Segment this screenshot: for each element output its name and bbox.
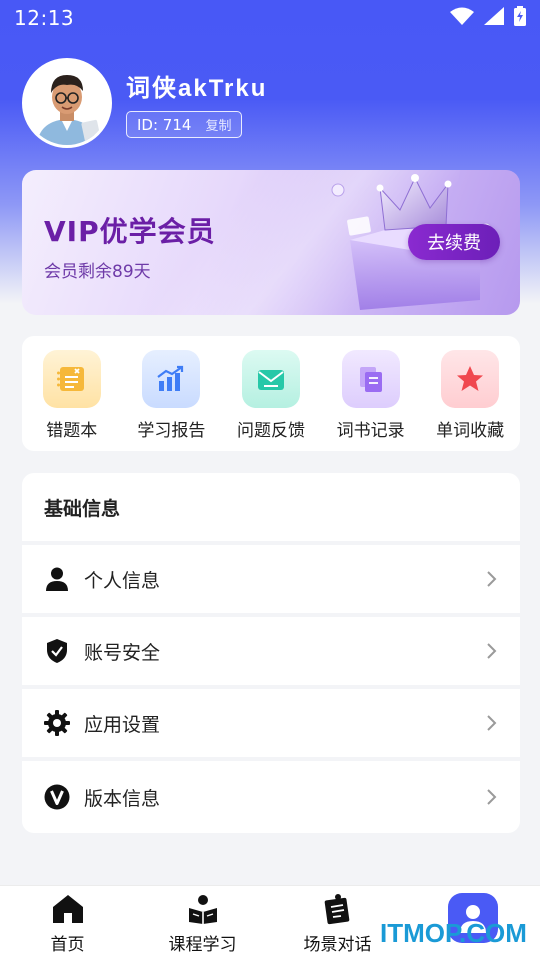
shortcut-label: 问题反馈 (236, 421, 305, 441)
renew-button[interactable]: 去续费 (408, 224, 500, 260)
chevron-right-icon (487, 789, 497, 805)
chevron-right-icon (487, 571, 497, 587)
basic-info-card: 基础信息 个人信息 账号安全 应用设置 版本信息 (22, 473, 520, 833)
report-chart-icon (142, 350, 201, 408)
user-id-chip: ID: 714 复制 (126, 111, 243, 138)
chevron-right-icon (487, 715, 497, 731)
books-icon (341, 350, 400, 408)
shortcut-feedback[interactable]: 问题反馈 (226, 350, 316, 441)
feedback-mail-icon (241, 350, 300, 408)
status-icons (450, 6, 526, 30)
shortcut-study-report[interactable]: 学习报告 (126, 350, 216, 441)
reading-icon (186, 892, 220, 926)
shortcut-grid: 错题本 学习报告 问题反馈 词书记录 单词收藏 (22, 336, 520, 451)
status-bar: 12:13 (0, 0, 540, 36)
profile-info: 词侠akTrku ID: 714 复制 (126, 68, 267, 138)
star-icon (441, 350, 500, 408)
shortcut-book-records[interactable]: 词书记录 (326, 350, 416, 441)
user-icon (44, 566, 70, 592)
user-id: ID: 714 (137, 115, 192, 134)
nav-label: 场景对话 (303, 934, 372, 955)
notebook-icon (42, 350, 101, 408)
watermark: ITMOP.COM (380, 918, 527, 948)
row-label: 应用设置 (84, 713, 161, 736)
copy-id-button[interactable]: 复制 (205, 115, 231, 134)
avatar[interactable] (22, 58, 112, 148)
status-time: 12:13 (14, 6, 75, 30)
shortcut-word-favorites[interactable]: 单词收藏 (425, 350, 515, 441)
gear-icon (44, 710, 70, 736)
battery-icon (514, 6, 526, 30)
account-security-row[interactable]: 账号安全 (22, 617, 520, 689)
row-label: 账号安全 (84, 641, 161, 664)
wifi-icon (450, 7, 474, 29)
vip-title: VIP优学会员 (44, 215, 216, 248)
version-v-icon (44, 784, 70, 810)
chevron-right-icon (487, 643, 497, 659)
vip-remaining-days: 会员剩余89天 (44, 262, 151, 282)
nav-label: 课程学习 (168, 934, 237, 955)
nav-label: 首页 (50, 934, 85, 955)
nav-home[interactable]: 首页 (8, 892, 128, 955)
shortcut-wrong-notebook[interactable]: 错题本 (27, 350, 117, 441)
shortcut-label: 学习报告 (137, 421, 206, 441)
nav-course-study[interactable]: 课程学习 (143, 892, 263, 955)
version-info-row[interactable]: 版本信息 (22, 761, 520, 833)
shortcut-label: 单词收藏 (436, 421, 505, 441)
shortcut-label: 错题本 (46, 421, 98, 441)
profile-header: 词侠akTrku ID: 714 复制 (22, 58, 267, 148)
signal-icon (484, 7, 504, 29)
vip-membership-card[interactable]: VIP优学会员 会员剩余89天 去续费 (22, 170, 520, 315)
username: 词侠akTrku (126, 75, 268, 102)
section-title: 基础信息 (22, 473, 520, 545)
shortcut-label: 词书记录 (336, 421, 405, 441)
personal-info-row[interactable]: 个人信息 (22, 545, 520, 617)
home-icon (51, 892, 85, 926)
clipboard-pin-icon (321, 892, 355, 926)
shield-check-icon (44, 638, 70, 664)
row-label: 版本信息 (84, 787, 161, 810)
app-settings-row[interactable]: 应用设置 (22, 689, 520, 761)
row-label: 个人信息 (84, 569, 161, 592)
